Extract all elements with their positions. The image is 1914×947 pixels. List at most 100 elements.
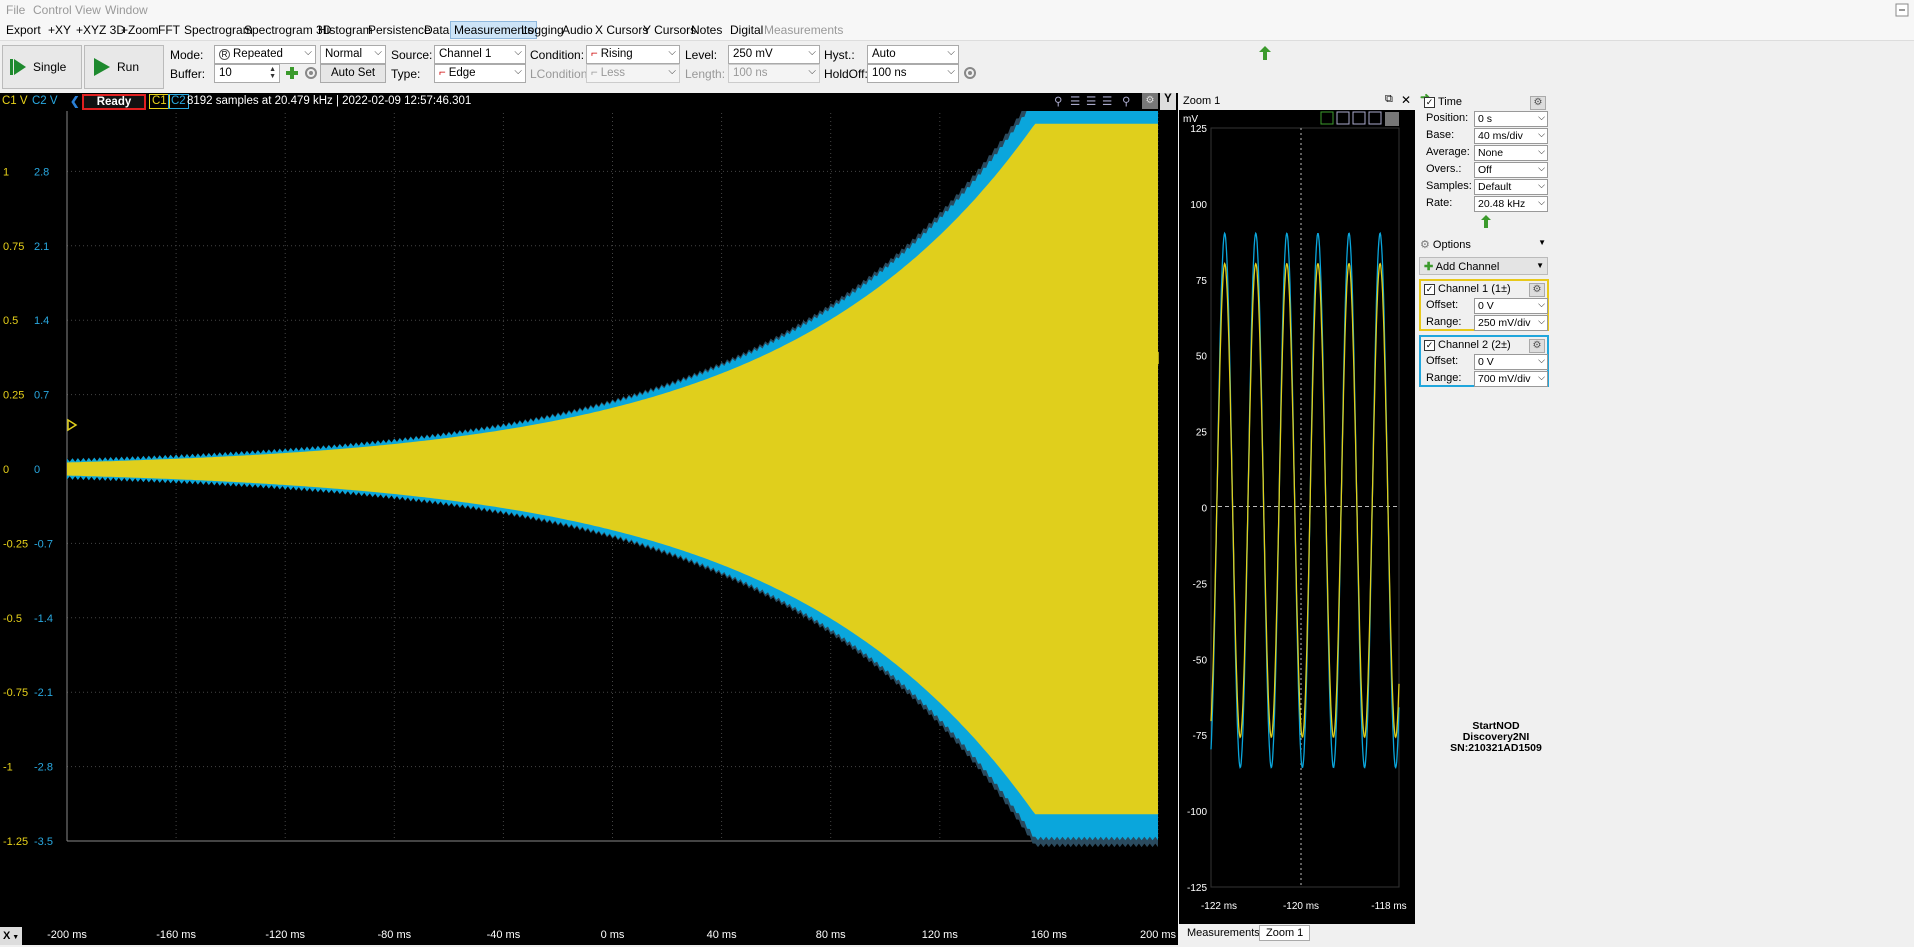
menu-bar: File Control View Window xyxy=(0,0,1914,20)
trigger-toolbar: Single Run Mode: R Repeated ⌵ Normal ⌵ Bu… xyxy=(0,42,1914,92)
scale-icon[interactable] xyxy=(1368,111,1382,125)
scale-icon[interactable]: ☰ xyxy=(1070,94,1080,108)
stepper-arrows-icon[interactable]: ▲ ▼ xyxy=(269,66,276,80)
c2-tick-label: 2.8 xyxy=(34,166,49,178)
average-label: Average: xyxy=(1426,146,1470,158)
zoom-y-tick-label: 50 xyxy=(1196,352,1208,363)
gear-icon[interactable]: ⚙ xyxy=(1530,96,1546,110)
scale-icon[interactable] xyxy=(1352,111,1366,125)
ch1-offset-input[interactable]: 0 V ⌵ xyxy=(1474,298,1548,314)
condition-select[interactable]: ⌐ Rising ⌵ xyxy=(586,45,680,64)
add-icon[interactable] xyxy=(285,66,299,80)
zoom-window[interactable]: Zoom 1 ⧉ ✕ mV 125 100 75 50 25 0 -25 -50 -75 -100-… xyxy=(1179,93,1415,945)
scale-icon[interactable]: ☰ xyxy=(1086,94,1096,108)
minimize-icon[interactable] xyxy=(1895,3,1909,17)
tab-logging[interactable]: Logging xyxy=(521,23,564,37)
menu-file[interactable]: File xyxy=(6,3,25,17)
tab-measurements-bottom[interactable]: Measurements xyxy=(1187,927,1260,939)
options-row[interactable]: ⚙ Options ▼ xyxy=(1420,238,1548,254)
samples-select[interactable]: Default ⌵ xyxy=(1474,179,1548,195)
lcondition-value: Less xyxy=(600,67,626,79)
zoom-title-bar: Zoom 1 ⧉ ✕ xyxy=(1179,93,1415,110)
type-label: Type: xyxy=(391,67,421,81)
average-select[interactable]: None ⌵ xyxy=(1474,145,1548,161)
tab-audio[interactable]: Audio xyxy=(562,23,593,37)
arrow-up-icon[interactable] xyxy=(1259,46,1271,60)
x-tick-label: 200 ms xyxy=(1140,929,1177,941)
tab-x-cursors[interactable]: X Cursors xyxy=(595,23,648,37)
close-icon[interactable]: ✕ xyxy=(1401,93,1411,107)
chevron-down-icon: ⌵ xyxy=(304,47,312,58)
position-input[interactable]: 0 s ⌵ xyxy=(1474,111,1548,127)
run-button[interactable]: Run xyxy=(84,45,164,89)
tab-histogram[interactable]: Histogram xyxy=(318,23,373,37)
scale-icon[interactable]: ☰ xyxy=(1102,94,1112,108)
zoom-y-tick-label: 125 xyxy=(1190,124,1207,135)
gear-icon[interactable] xyxy=(304,66,318,80)
c1-tag[interactable]: C1 xyxy=(149,94,170,109)
tab-zoom[interactable]: +Zoom xyxy=(121,23,159,37)
y-axis-button[interactable]: Y xyxy=(1160,93,1176,110)
tab-export[interactable]: Export xyxy=(6,23,41,37)
mode-select[interactable]: R Repeated ⌵ xyxy=(214,45,316,64)
buffer-stepper[interactable]: 10 ▲ ▼ xyxy=(214,64,280,83)
source-select[interactable]: Channel 1 ⌵ xyxy=(434,45,526,64)
checkbox-checked-icon[interactable]: ✓ xyxy=(1424,339,1435,351)
tab-data[interactable]: Data xyxy=(424,23,449,37)
tab-notes[interactable]: Notes xyxy=(691,23,722,37)
trigger-normal-select[interactable]: Normal ⌵ xyxy=(320,45,386,64)
holdoff-input[interactable]: 100 ns ⌵ xyxy=(867,64,959,83)
zoom-plot-svg[interactable]: mV1251007550250-25-50-75-100-125-122 ms -… xyxy=(1179,110,1415,945)
gear-icon[interactable] xyxy=(963,66,977,80)
restore-icon[interactable]: ⧉ xyxy=(1385,93,1393,106)
c1-tick-label: 0.25 xyxy=(3,390,24,402)
ch1-offset-marker[interactable] xyxy=(67,418,78,432)
zoom-icon[interactable]: ⚲ xyxy=(1122,94,1130,108)
menu-control[interactable]: Control xyxy=(33,3,72,17)
menu-view[interactable]: View xyxy=(75,3,101,17)
arrow-up-icon[interactable] xyxy=(1481,215,1491,228)
rising-edge-icon: ⌐ xyxy=(591,48,598,60)
zoom-toolbar-icons[interactable] xyxy=(1320,111,1399,126)
gear-icon[interactable]: ⚙ xyxy=(1529,339,1545,353)
scope-plot[interactable]: 1.253.512.80.752.10.51.40.250.700-0.25-0… xyxy=(0,93,1178,945)
x-tick-label: 160 ms xyxy=(1031,929,1068,941)
tab-xy[interactable]: +XY xyxy=(48,23,71,37)
auto-set-button[interactable]: Auto Set xyxy=(320,64,386,83)
scale-icon[interactable] xyxy=(1336,111,1350,125)
base-select[interactable]: 40 ms/div ⌵ xyxy=(1474,128,1548,144)
zoom-in-icon[interactable]: ⚲ xyxy=(1054,94,1062,108)
level-input[interactable]: 250 mV ⌵ xyxy=(728,45,820,64)
chevron-down-icon: ⌵ xyxy=(1538,146,1545,156)
scope-plot-svg[interactable]: 1.253.512.80.752.10.51.40.250.700-0.25-0… xyxy=(0,93,1178,945)
fit-icon[interactable] xyxy=(1320,111,1334,125)
type-select[interactable]: ⌐ Edge ⌵ xyxy=(434,64,526,83)
single-button[interactable]: Single xyxy=(2,45,82,89)
ch2-offset-input[interactable]: 0 V ⌵ xyxy=(1474,354,1548,370)
tab-spectrogram[interactable]: Spectrogram xyxy=(184,23,253,37)
hyst-input[interactable]: Auto ⌵ xyxy=(867,45,959,64)
c2-tag[interactable]: C2 xyxy=(168,94,189,109)
gear-icon[interactable]: ⚙ xyxy=(1529,283,1545,297)
c1-tick-label: 1 xyxy=(3,166,9,178)
menu-window[interactable]: Window xyxy=(105,3,148,17)
back-icon[interactable]: ❮ xyxy=(70,94,80,108)
tab-zoom-1-bottom[interactable]: Zoom 1 xyxy=(1259,925,1311,941)
gear-icon[interactable]: ⚙ xyxy=(1142,93,1158,109)
x-axis-button[interactable]: X ▼ xyxy=(0,927,22,945)
checkbox-checked-icon[interactable]: ✓ xyxy=(1424,283,1435,295)
tab-persistence[interactable]: Persistence xyxy=(368,23,431,37)
ch2-range-select[interactable]: 700 mV/div ⌵ xyxy=(1474,371,1548,387)
rate-select[interactable]: 20.48 kHz ⌵ xyxy=(1474,196,1548,212)
zoom-y-tick-label: 0 xyxy=(1201,504,1207,515)
ch1-range-select[interactable]: 250 mV/div ⌵ xyxy=(1474,315,1548,331)
tab-xyz-3d[interactable]: +XYZ 3D xyxy=(76,23,125,37)
checkbox-checked-icon[interactable]: ✓ xyxy=(1424,96,1435,108)
ch1-range-value: 250 mV/div xyxy=(1478,317,1531,329)
tab-fft[interactable]: FFT xyxy=(158,23,180,37)
tab-digital[interactable]: Digital xyxy=(730,23,763,37)
add-channel-button[interactable]: ✚ Add Channel ▼ xyxy=(1419,257,1548,275)
gear-icon[interactable] xyxy=(1385,112,1399,126)
tab-y-cursors[interactable]: Y Cursors xyxy=(643,23,696,37)
overs-select[interactable]: Off ⌵ xyxy=(1474,162,1548,178)
